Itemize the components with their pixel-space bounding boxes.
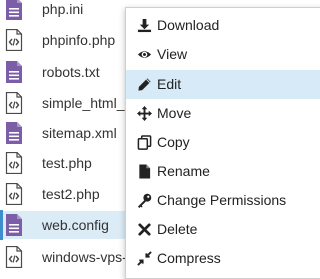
menu-item-label: Download — [157, 17, 220, 33]
menu-item-label: Move — [157, 105, 192, 121]
text-document-icon — [6, 0, 22, 20]
menu-item-view[interactable]: View — [126, 40, 320, 69]
copy-icon — [137, 135, 152, 150]
menu-item-label: View — [157, 46, 188, 62]
file-name[interactable]: php.ini — [42, 0, 83, 18]
menu-item-label: Rename — [157, 163, 210, 179]
file-name[interactable]: test2.php — [42, 185, 100, 203]
code-file-icon — [5, 152, 23, 174]
menu-item-rename[interactable]: Rename — [126, 157, 320, 186]
code-file-icon — [5, 92, 23, 114]
menu-item-move[interactable]: Move — [126, 99, 320, 128]
menu-item-label: Compress — [157, 250, 221, 266]
text-document-icon — [6, 61, 22, 83]
menu-item-change-permissions[interactable]: Change Permissions — [126, 186, 320, 215]
file-icon — [139, 164, 151, 179]
text-document-icon — [6, 122, 22, 144]
eye-icon — [137, 51, 152, 58]
menu-item-compress[interactable]: Compress — [126, 244, 320, 273]
file-name[interactable]: windows-vps- — [42, 248, 127, 266]
move-arrows-icon — [137, 106, 152, 121]
pencil-icon — [138, 78, 151, 91]
text-document-icon — [6, 214, 22, 236]
code-file-icon — [5, 29, 23, 51]
file-name[interactable]: robots.txt — [42, 63, 100, 81]
close-x-icon — [138, 223, 151, 236]
menu-item-label: Copy — [157, 134, 190, 150]
menu-item-copy[interactable]: Copy — [126, 128, 320, 157]
file-name[interactable]: simple_html_ — [42, 94, 124, 112]
download-icon — [137, 18, 152, 33]
file-name[interactable]: web.config — [42, 216, 109, 234]
file-name[interactable]: phpinfo.php — [42, 31, 115, 49]
menu-item-edit[interactable]: Edit — [126, 70, 320, 99]
menu-item-label: Change Permissions — [157, 192, 287, 208]
menu-item-label: Edit — [157, 76, 182, 92]
menu-item-delete[interactable]: Delete — [126, 215, 320, 244]
code-file-icon — [5, 246, 23, 268]
code-file-icon — [5, 183, 23, 205]
context-menu: Download View Edit Move Copy Rename Chan… — [125, 7, 320, 279]
file-name[interactable]: test.php — [42, 154, 92, 172]
file-name[interactable]: sitemap.xml — [42, 124, 117, 142]
key-icon — [137, 193, 152, 208]
menu-item-download[interactable]: Download — [126, 11, 320, 40]
compress-icon — [137, 251, 152, 266]
menu-item-label: Delete — [157, 221, 198, 237]
